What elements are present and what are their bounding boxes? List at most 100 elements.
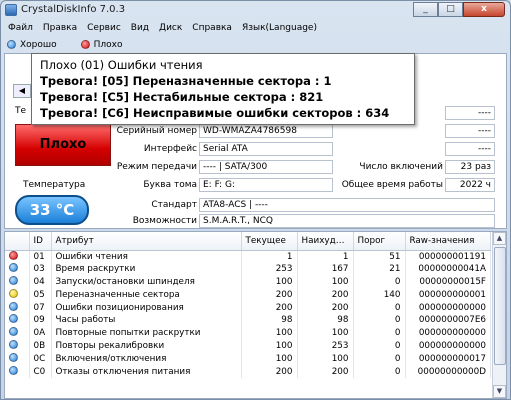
scroll-thumb[interactable] <box>494 247 506 365</box>
table-row[interactable]: 0C Включения/отключения 100 100 0 00000000001… <box>5 352 491 366</box>
maximize-button[interactable]: □ <box>438 2 463 17</box>
col-raw[interactable]: Raw-значения <box>405 232 491 251</box>
cell-current: 200 <box>241 301 298 314</box>
menu-language[interactable]: Язык(Language) <box>238 21 323 36</box>
cell-threshold: 0 <box>353 275 406 289</box>
cell-threshold: 21 <box>353 262 406 276</box>
cell-current: 1 <box>241 250 298 263</box>
table-row[interactable]: 05 Переназначенные сектора 200 200 140 000000… <box>5 288 491 302</box>
table-row[interactable]: 0B Повторы рекалибровки 100 253 0 00000000000… <box>5 339 491 353</box>
tooltip-line-1: Тревога! [05] Переназначенные сектора : … <box>40 74 332 88</box>
cell-id: 01 <box>29 250 52 263</box>
cell-id: 07 <box>29 301 52 314</box>
cell-status <box>5 288 30 302</box>
status-dot-icon <box>9 275 18 285</box>
status-dot-icon <box>9 288 18 298</box>
temperature-label: Температура <box>23 180 86 190</box>
power-count-field: 23 раз <box>445 160 495 174</box>
cell-id: 05 <box>29 288 52 302</box>
status-good-icon <box>7 40 16 49</box>
cell-status <box>5 301 30 314</box>
cell-status <box>5 326 30 340</box>
interface-label: Интерфейс <box>143 144 197 154</box>
drive-letters-field: E: F: G: <box>199 178 333 192</box>
table-row[interactable]: 03 Время раскрутки 253 167 21 00000000041A <box>5 262 491 276</box>
menu-edit[interactable]: Правка <box>39 21 83 36</box>
menu-file[interactable]: Файл <box>4 21 39 36</box>
serial-field: WD-WMAZA4786598 <box>199 124 333 138</box>
scroll-down-icon[interactable]: ▼ <box>493 385 506 398</box>
power-hours-label: Общее время работы <box>341 180 443 190</box>
col-attribute[interactable]: Атрибут <box>51 232 242 251</box>
menu-help[interactable]: Справка <box>188 21 238 36</box>
menu-bar: Файл Правка Сервис Вид Диск Справка Язык… <box>4 21 507 36</box>
disk-status-good[interactable]: Хорошо <box>7 40 57 50</box>
table-row[interactable]: 04 Запуски/остановки шпинделя 100 100 0 00000… <box>5 275 491 289</box>
cell-threshold: 0 <box>353 326 406 340</box>
cell-current: 100 <box>241 339 298 353</box>
table-scrollbar[interactable]: ▲ ▼ <box>492 232 506 398</box>
cell-attribute: Переназначенные сектора <box>51 288 242 302</box>
status-dot-icon <box>9 314 18 324</box>
health-status-label: Те <box>15 106 27 116</box>
cell-current: 200 <box>241 365 298 378</box>
cell-worst: 100 <box>297 275 354 289</box>
interface-field: Serial ATA <box>199 142 333 156</box>
window-title: CrystalDiskInfo 7.0.3 <box>21 4 126 15</box>
status-dot-icon <box>9 339 18 349</box>
table-row[interactable]: 09 Часы работы 98 98 0 0000000007E6 <box>5 313 491 327</box>
col-worst[interactable]: Наихуд… <box>297 232 354 251</box>
cell-raw: 00000000000D <box>405 365 491 378</box>
table-header-row: ID Атрибут Текущее Наихуд… Порог Raw-зна… <box>5 232 491 251</box>
cell-attribute: Ошибки позиционирования <box>51 301 242 314</box>
cell-raw: 000000001191 <box>405 250 491 263</box>
cell-threshold: 51 <box>353 250 406 263</box>
cell-raw: 00000000015F <box>405 275 491 289</box>
tooltip-line-3: Тревога! [C6] Неисправимые ошибки сектор… <box>40 106 390 120</box>
scroll-up-icon[interactable]: ▲ <box>493 232 506 245</box>
cell-current: 253 <box>241 262 298 276</box>
status-dot-icon <box>9 301 18 311</box>
col-status[interactable] <box>5 232 30 251</box>
cell-current: 100 <box>241 352 298 366</box>
cell-worst: 100 <box>297 326 354 340</box>
title-bar[interactable]: CrystalDiskInfo 7.0.3 _ □ x <box>1 1 510 19</box>
cell-raw: 000000000000 <box>405 326 491 340</box>
cell-id: 0A <box>29 326 52 340</box>
app-icon <box>5 4 17 16</box>
cell-id: 0C <box>29 352 52 366</box>
status-dot-icon <box>9 365 18 375</box>
cell-threshold: 0 <box>353 339 406 353</box>
smart-table: ID Атрибут Текущее Наихуд… Порог Raw-зна… <box>4 231 507 399</box>
col-id[interactable]: ID <box>29 232 52 251</box>
table-row[interactable]: C0 Отказы отключения питания 200 200 0 000000… <box>5 365 491 378</box>
cell-attribute: Ошибки чтения <box>51 250 242 263</box>
table-row[interactable]: 07 Ошибки позиционирования 200 200 0 00000000… <box>5 301 491 314</box>
status-bad-label: Плохо <box>93 39 123 50</box>
serial-label: Серийный номер <box>116 126 197 136</box>
app-window: CrystalDiskInfo 7.0.3 _ □ x Файл Правка … <box>0 0 511 400</box>
cell-threshold: 0 <box>353 313 406 327</box>
table-row[interactable]: 01 Ошибки чтения 1 1 51 000000001191 <box>5 250 491 263</box>
minimize-button[interactable]: _ <box>413 2 438 17</box>
cell-status <box>5 352 30 366</box>
cell-worst: 200 <box>297 288 354 302</box>
col-current[interactable]: Текущее <box>241 232 298 251</box>
menu-disk[interactable]: Диск <box>155 21 188 36</box>
col-threshold[interactable]: Порог <box>353 232 406 251</box>
close-button[interactable]: x <box>463 2 505 17</box>
health-status-badge[interactable]: Плохо <box>15 124 111 166</box>
power-count-label: Число включений <box>359 162 443 172</box>
prev-disk-button[interactable]: ◀ <box>13 84 31 98</box>
table-row[interactable]: 0A Повторные попытки раскрутки 100 100 0 0000… <box>5 326 491 340</box>
cell-attribute: Включения/отключения <box>51 352 242 366</box>
cell-threshold: 0 <box>353 365 406 378</box>
disk-status-bad[interactable]: Плохо <box>80 39 123 50</box>
cell-raw: 000000000000 <box>405 301 491 314</box>
features-label: Возможности <box>132 216 197 226</box>
temperature-badge[interactable]: 33 °C <box>15 195 89 225</box>
menu-view[interactable]: Вид <box>127 21 155 36</box>
menu-service[interactable]: Сервис <box>83 21 127 36</box>
cell-id: C0 <box>29 365 52 378</box>
cell-worst: 200 <box>297 365 354 378</box>
